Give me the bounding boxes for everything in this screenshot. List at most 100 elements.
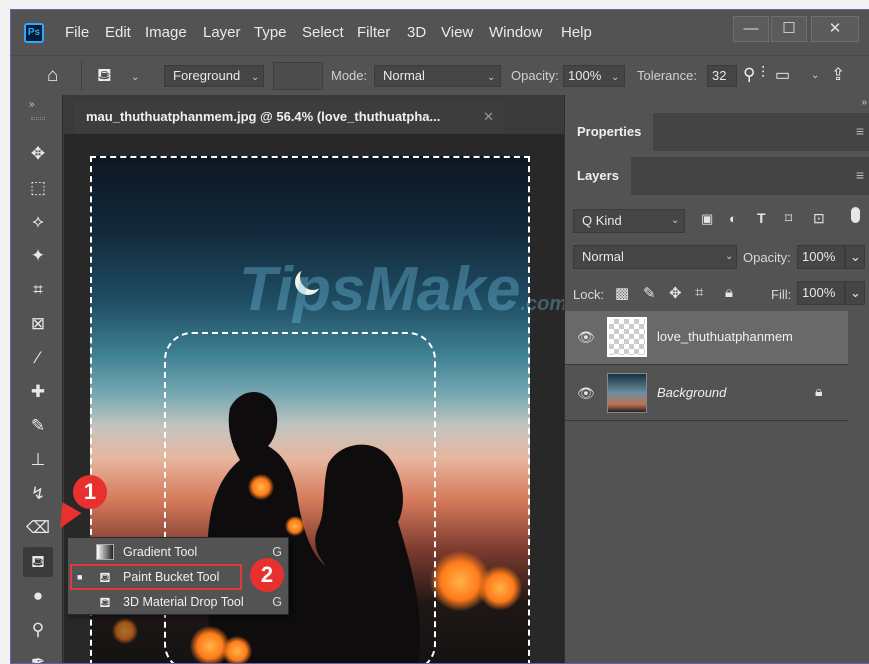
mode-select[interactable]: Normal bbox=[374, 65, 501, 87]
visibility-eye-icon[interactable]: 👁︎ bbox=[577, 385, 595, 402]
crop-tool-icon[interactable]: ⌗ bbox=[23, 275, 53, 305]
3d-material-drop-tool-label: 3D Material Drop Tool bbox=[123, 595, 244, 609]
lasso-tool-icon[interactable]: ⟡ bbox=[23, 207, 53, 237]
blend-mode-select[interactable]: Normal bbox=[573, 245, 737, 269]
brush-tool-icon[interactable]: ✎ bbox=[23, 411, 53, 441]
3d-material-drop-tool-item[interactable]: ⛾ 3D Material Drop Tool G bbox=[68, 590, 290, 615]
tools-panel: » ✥ ⬚ ⟡ ✦ ⌗ ⊠ ⁄ ✚ ✎ ⊥ ↯ ⌫ ⛾ ● ⚲ ✒ bbox=[11, 95, 63, 663]
step-badge-1: 1 bbox=[73, 475, 107, 509]
share-icon[interactable]: ⇪ bbox=[831, 65, 845, 85]
antialias-icon[interactable]: ⫶ bbox=[761, 65, 765, 83]
chevron-down-icon[interactable]: ⌄ bbox=[811, 70, 819, 81]
menu-file[interactable]: File bbox=[65, 24, 89, 41]
step-badge-2: 2 bbox=[250, 558, 284, 592]
opacity-label: Opacity: bbox=[511, 68, 559, 83]
divider bbox=[81, 61, 82, 91]
layer-filter-select[interactable]: Q Kind bbox=[573, 209, 685, 233]
tolerance-input[interactable]: 32 bbox=[707, 65, 737, 87]
menu-type[interactable]: Type bbox=[254, 24, 287, 41]
chevron-down-icon: ⌄ bbox=[611, 72, 620, 83]
lock-artboard-icon[interactable]: ⌗ bbox=[695, 284, 703, 301]
eraser-tool-icon[interactable]: ⌫ bbox=[23, 513, 53, 543]
document-title: mau_thuthuatphanmem.jpg @ 56.4% (love_th… bbox=[86, 109, 441, 124]
clone-stamp-tool-icon[interactable]: ⊥ bbox=[23, 445, 53, 475]
panel-menu-icon[interactable]: ≡ bbox=[856, 167, 864, 183]
chevron-down-icon[interactable]: ⌄ bbox=[845, 281, 865, 305]
layer-opacity-label: Opacity: bbox=[743, 250, 791, 265]
layer-name: Background bbox=[657, 385, 727, 400]
menu-image[interactable]: Image bbox=[145, 24, 187, 41]
shortcut-key: G bbox=[272, 595, 282, 609]
properties-header: Properties ≡ bbox=[565, 113, 869, 151]
close-tab-icon[interactable]: ✕ bbox=[483, 100, 494, 134]
layer-name: love_thuthuatphanmem bbox=[657, 329, 793, 344]
pattern-picker[interactable] bbox=[273, 62, 323, 90]
filter-toggle[interactable] bbox=[851, 207, 860, 223]
search-icon[interactable]: ⚲ bbox=[743, 65, 755, 85]
visibility-eye-icon[interactable]: 👁︎ bbox=[577, 329, 595, 346]
move-tool-icon[interactable]: ✥ bbox=[23, 139, 53, 169]
blur-tool-icon[interactable]: ● bbox=[23, 581, 53, 611]
dodge-tool-icon[interactable]: ⚲ bbox=[23, 615, 53, 645]
lock-transparent-icon[interactable]: ▩ bbox=[615, 284, 629, 302]
fill-source-select[interactable]: Foreground bbox=[164, 65, 264, 87]
fill-label: Fill: bbox=[771, 287, 792, 302]
paint-bucket-preset-icon[interactable]: ⛾ bbox=[97, 65, 112, 89]
type-filter-icon[interactable]: T bbox=[757, 210, 766, 226]
options-bar: ⌂ ⛾ ⌄ Foreground ⌄ Mode: Normal ⌄ Opacit… bbox=[11, 55, 869, 95]
highlight-box bbox=[70, 564, 242, 590]
home-icon[interactable]: ⌂ bbox=[47, 65, 58, 87]
lock-icon: 🔒︎ bbox=[815, 383, 823, 399]
chevron-down-icon[interactable]: ⌄ bbox=[131, 72, 139, 83]
chevron-down-icon: ⌄ bbox=[671, 215, 680, 226]
3d-material-drop-icon: ⛾ bbox=[99, 594, 111, 610]
photoshop-logo: Ps bbox=[24, 23, 44, 43]
frame-tool-icon[interactable]: ⊠ bbox=[23, 309, 53, 339]
document-tab[interactable]: mau_thuthuatphanmem.jpg @ 56.4% (love_th… bbox=[74, 100, 504, 134]
lock-image-icon[interactable]: ✎ bbox=[643, 284, 656, 302]
mode-label: Mode: bbox=[331, 68, 368, 83]
collapse-icon[interactable]: » bbox=[29, 99, 35, 110]
menu-view[interactable]: View bbox=[441, 24, 473, 41]
close-button[interactable]: ✕ bbox=[811, 16, 859, 42]
layer-thumbnail bbox=[607, 317, 647, 357]
layer-thumbnail bbox=[607, 373, 647, 413]
smart-object-filter-icon[interactable]: ⊡ bbox=[813, 210, 825, 227]
fill-input[interactable]: 100% bbox=[797, 281, 845, 305]
image-filter-icon[interactable]: ▣ bbox=[701, 211, 713, 227]
layer-opacity-input[interactable]: 100% bbox=[797, 245, 845, 269]
chevron-down-icon: ⌄ bbox=[487, 72, 496, 83]
panel-menu-icon[interactable]: ≡ bbox=[856, 123, 864, 139]
collapse-icon[interactable]: » bbox=[861, 97, 867, 108]
lock-all-icon[interactable]: 🔒︎ bbox=[725, 284, 733, 301]
menu-3d[interactable]: 3D bbox=[407, 24, 426, 41]
menu-select[interactable]: Select bbox=[302, 24, 344, 41]
menu-window[interactable]: Window bbox=[489, 24, 542, 41]
adjustment-filter-icon[interactable]: ◐ bbox=[729, 211, 737, 226]
shape-filter-icon[interactable]: ⌑ bbox=[785, 210, 792, 227]
grip-icon[interactable] bbox=[31, 117, 45, 120]
menu-filter[interactable]: Filter bbox=[357, 24, 390, 41]
lock-label: Lock: bbox=[573, 287, 605, 302]
maximize-button[interactable]: ☐ bbox=[771, 16, 807, 42]
contiguous-icon[interactable]: ▭ bbox=[775, 65, 790, 85]
minimize-button[interactable]: — bbox=[733, 16, 769, 42]
eyedropper-tool-icon[interactable]: ⁄ bbox=[23, 343, 53, 373]
tab-layers[interactable]: Layers bbox=[565, 157, 631, 195]
healing-brush-tool-icon[interactable]: ✚ bbox=[23, 377, 53, 407]
paint-bucket-tool-icon[interactable]: ⛾ bbox=[23, 547, 53, 577]
marquee-tool-icon[interactable]: ⬚ bbox=[23, 173, 53, 203]
photoshop-window: Ps File Edit Image Layer Type Select Fil… bbox=[10, 9, 869, 664]
pen-tool-icon[interactable]: ✒ bbox=[23, 647, 53, 663]
lock-position-icon[interactable]: ✥ bbox=[669, 284, 682, 302]
magic-wand-tool-icon[interactable]: ✦ bbox=[23, 241, 53, 271]
tab-properties[interactable]: Properties bbox=[565, 113, 654, 151]
menu-edit[interactable]: Edit bbox=[105, 24, 131, 41]
chevron-down-icon: ⌄ bbox=[725, 251, 734, 262]
menu-layer[interactable]: Layer bbox=[203, 24, 241, 41]
layer-row[interactable]: 👁︎ Background 🔒︎ bbox=[565, 367, 848, 421]
menu-help[interactable]: Help bbox=[561, 24, 592, 41]
chevron-down-icon[interactable]: ⌄ bbox=[845, 245, 865, 269]
layer-row-selected[interactable]: 👁︎ love_thuthuatphanmem bbox=[565, 311, 848, 365]
history-brush-tool-icon[interactable]: ↯ bbox=[23, 479, 53, 509]
